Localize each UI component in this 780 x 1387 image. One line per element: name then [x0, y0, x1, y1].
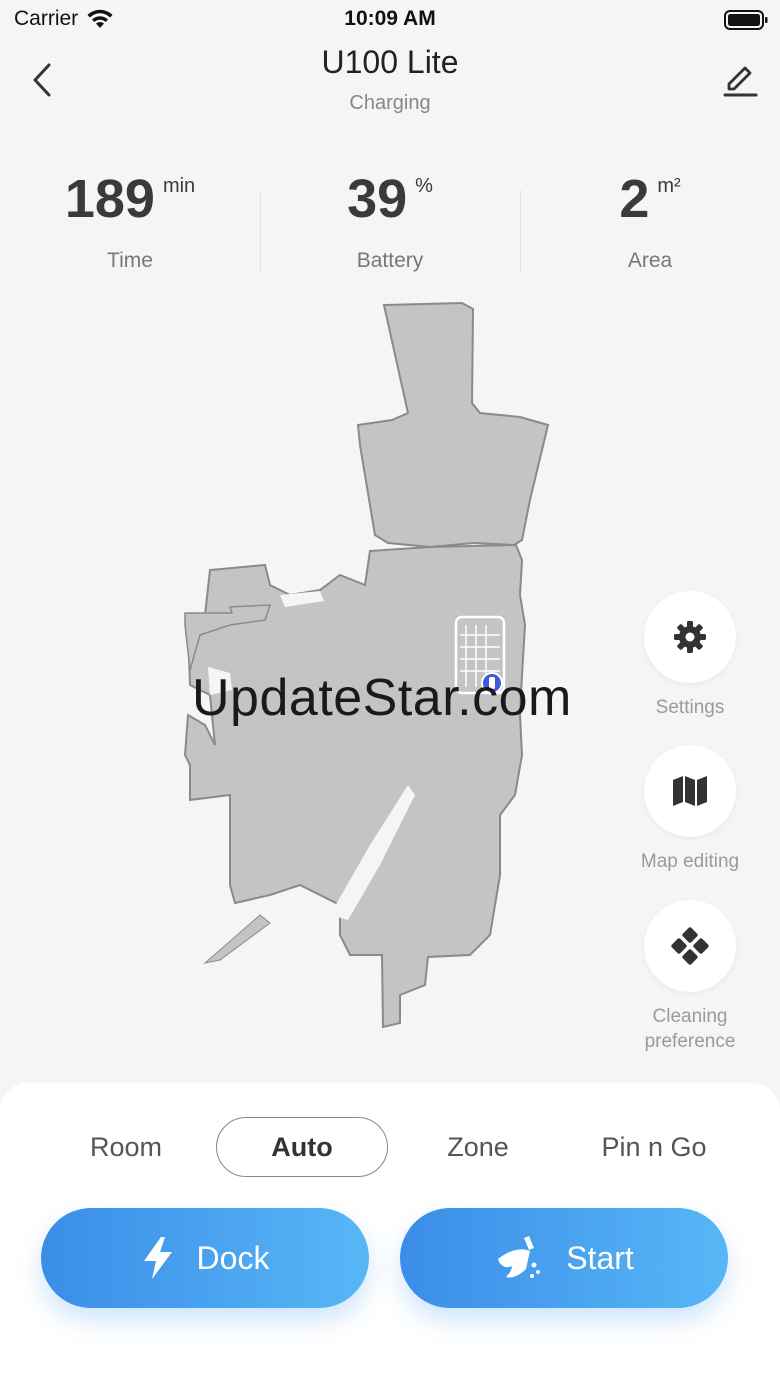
- edit-button[interactable]: [718, 58, 762, 102]
- dock-label: Dock: [196, 1239, 270, 1276]
- device-status: Charging: [349, 92, 431, 114]
- stat-battery-value: 39: [347, 169, 408, 229]
- stat-area-label: Area: [627, 249, 673, 272]
- broom-icon: [498, 1236, 541, 1278]
- settings-label: Settings: [655, 697, 725, 718]
- lightning-icon: [143, 1237, 172, 1279]
- stat-time-label: Time: [107, 249, 153, 272]
- cleaning-preference-label-line1: Cleaning: [652, 1006, 728, 1027]
- tab-room[interactable]: Room: [40, 1117, 212, 1177]
- map-icon: [673, 776, 707, 806]
- cleaning-preference-label: Cleaning preference: [610, 1004, 770, 1054]
- map-editing-label: Map editing: [640, 851, 740, 872]
- gear-icon: [674, 621, 706, 653]
- tab-pin-n-go[interactable]: Pin n Go: [568, 1117, 740, 1177]
- diamond-dots-icon: [671, 927, 709, 965]
- dock-button[interactable]: Dock: [41, 1208, 369, 1308]
- settings-control[interactable]: Settings: [610, 591, 770, 720]
- cleaning-map[interactable]: [170, 295, 550, 1035]
- start-button[interactable]: Start: [400, 1208, 728, 1308]
- start-label: Start: [566, 1239, 634, 1276]
- pencil-icon: [723, 66, 758, 97]
- stat-battery-unit: %: [415, 175, 433, 197]
- tab-auto[interactable]: Auto: [216, 1117, 388, 1177]
- page-title: U100 Lite: [321, 44, 459, 80]
- stat-time: 189 min Time: [0, 165, 260, 285]
- status-bar: Carrier 10:09 AM: [0, 0, 780, 40]
- stat-time-unit: min: [162, 175, 196, 197]
- map-editing-button[interactable]: [644, 745, 736, 837]
- cleaning-preference-control[interactable]: Cleaning preference: [610, 900, 770, 1054]
- watermark: UpdateStar.com: [192, 669, 572, 727]
- stats-row: 189 min Time 39 % Battery 2 m² Area: [0, 165, 780, 285]
- battery-icon: [724, 10, 768, 30]
- stat-battery-label: Battery: [356, 249, 424, 272]
- cleaning-preference-label-line2: preference: [644, 1031, 736, 1052]
- bottom-panel: Room Auto Zone Pin n Go Dock Start: [0, 1083, 780, 1387]
- stat-area-unit: m²: [657, 175, 681, 197]
- stat-battery: 39 % Battery: [260, 165, 520, 285]
- status-time: 10:09 AM: [344, 7, 436, 30]
- stat-area-value: 2: [619, 169, 650, 229]
- stat-area: 2 m² Area: [520, 165, 780, 285]
- mode-tabs: Room Auto Zone Pin n Go: [40, 1117, 740, 1177]
- tab-zone[interactable]: Zone: [392, 1117, 564, 1177]
- map-editing-control[interactable]: Map editing: [610, 745, 770, 874]
- cleaning-preference-button[interactable]: [644, 900, 736, 992]
- stat-time-value: 189: [64, 169, 155, 229]
- settings-button[interactable]: [644, 591, 736, 683]
- map-floor: [183, 301, 550, 1029]
